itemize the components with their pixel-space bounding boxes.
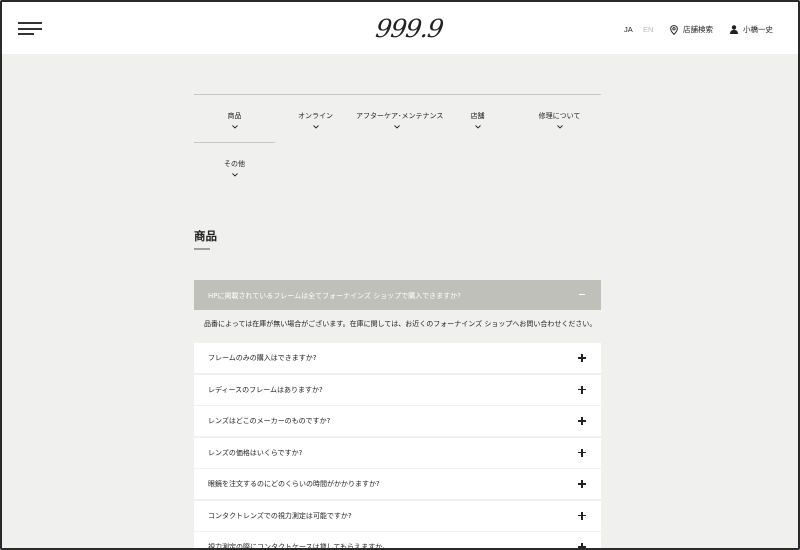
brand-logo[interactable]: 999.9 bbox=[374, 14, 445, 43]
plus-icon bbox=[578, 511, 586, 520]
faq-question: フレームのみの購入はできますか? bbox=[208, 354, 317, 362]
chevron-down-icon bbox=[474, 125, 481, 129]
tab-aftercare[interactable]: アフターケア･メンテナンス bbox=[356, 95, 444, 143]
faq-item[interactable]: レディースのフレームはありますか? bbox=[194, 374, 601, 405]
lang-ja-link[interactable]: JA bbox=[624, 25, 633, 34]
chevron-down-icon bbox=[393, 125, 400, 129]
tab-repair[interactable]: 修理について bbox=[519, 95, 600, 143]
store-search-link[interactable]: 店舗検索 bbox=[670, 24, 713, 35]
tab-stores[interactable]: 店舗 bbox=[437, 95, 518, 143]
faq-question: 眼鏡を注文するのにどのくらいの時間がかかりますか? bbox=[208, 480, 380, 488]
faq-question: レンズの価格はいくらですか? bbox=[208, 448, 303, 457]
tab-label: 商品 bbox=[227, 112, 242, 120]
hamburger-icon[interactable] bbox=[18, 21, 44, 35]
faq-item-expanded[interactable]: HPに掲載されているフレームは全てフォーナインズ ショップで購入できますか? bbox=[194, 280, 601, 310]
plus-icon bbox=[578, 385, 586, 394]
faq-question: レディースのフレームはありますか? bbox=[208, 385, 323, 394]
faq-category-tabs: 商品 オンライン アフターケア･メンテナンス 店舗 修理について その他 bbox=[194, 94, 601, 177]
plus-icon bbox=[578, 354, 586, 362]
lang-en-link[interactable]: EN bbox=[643, 25, 653, 34]
title-underline bbox=[194, 248, 210, 250]
chevron-down-icon bbox=[231, 173, 238, 177]
chevron-down-icon bbox=[312, 125, 319, 129]
tab-label: 修理について bbox=[538, 112, 581, 120]
plus-icon bbox=[578, 448, 586, 457]
store-search-label: 店舗検索 bbox=[683, 25, 713, 34]
chevron-down-icon bbox=[231, 125, 238, 129]
faq-answer: 品番によっては在庫が無い場合がございます。在庫に関しては、お近くのフォーナインズ… bbox=[204, 320, 597, 328]
faq-question: HPに掲載されているフレームは全てフォーナインズ ショップで購入できますか? bbox=[208, 292, 461, 300]
chevron-down-icon bbox=[556, 125, 563, 129]
tab-label: オンライン bbox=[298, 112, 333, 120]
site-header: 999.9 JA EN 店舗検索 小橋一史 bbox=[2, 2, 798, 54]
tab-label: その他 bbox=[224, 160, 245, 168]
faq-item[interactable]: レンズはどこのメーカーのものですか? bbox=[194, 406, 601, 436]
faq-item[interactable]: 眼鏡を注文するのにどのくらいの時間がかかりますか? bbox=[194, 469, 601, 499]
tab-products[interactable]: 商品 bbox=[194, 95, 275, 143]
plus-icon bbox=[578, 543, 586, 550]
section-title: 商品 bbox=[194, 229, 217, 243]
user-icon bbox=[730, 25, 738, 34]
user-account-link[interactable]: 小橋一史 bbox=[730, 24, 773, 35]
plus-icon bbox=[578, 417, 586, 425]
tab-label: 店舗 bbox=[470, 112, 485, 120]
faq-item[interactable]: フレームのみの購入はできますか? bbox=[194, 343, 601, 373]
user-name-label: 小橋一史 bbox=[743, 25, 773, 34]
faq-item[interactable]: コンタクトレンズでの視力測定は可能ですか? bbox=[194, 500, 601, 531]
minus-icon bbox=[579, 294, 585, 296]
faq-question: レンズはどこのメーカーのものですか? bbox=[208, 417, 331, 425]
plus-icon bbox=[578, 480, 586, 488]
tab-online[interactable]: オンライン bbox=[275, 95, 356, 143]
faq-item[interactable]: レンズの価格はいくらですか? bbox=[194, 437, 601, 468]
tab-other[interactable]: その他 bbox=[194, 143, 275, 191]
tab-label: アフターケア･メンテナンス bbox=[356, 112, 444, 120]
faq-question: 視力測定の際にコンタクトケースは貸してもらえますか。 bbox=[208, 543, 389, 550]
faq-list: フレームのみの購入はできますか? レディースのフレームはありますか? レンズはど… bbox=[194, 343, 601, 550]
location-pin-icon bbox=[670, 24, 678, 35]
faq-item[interactable]: 視力測定の際にコンタクトケースは貸してもらえますか。 bbox=[194, 532, 601, 550]
faq-question: コンタクトレンズでの視力測定は可能ですか? bbox=[208, 511, 352, 520]
